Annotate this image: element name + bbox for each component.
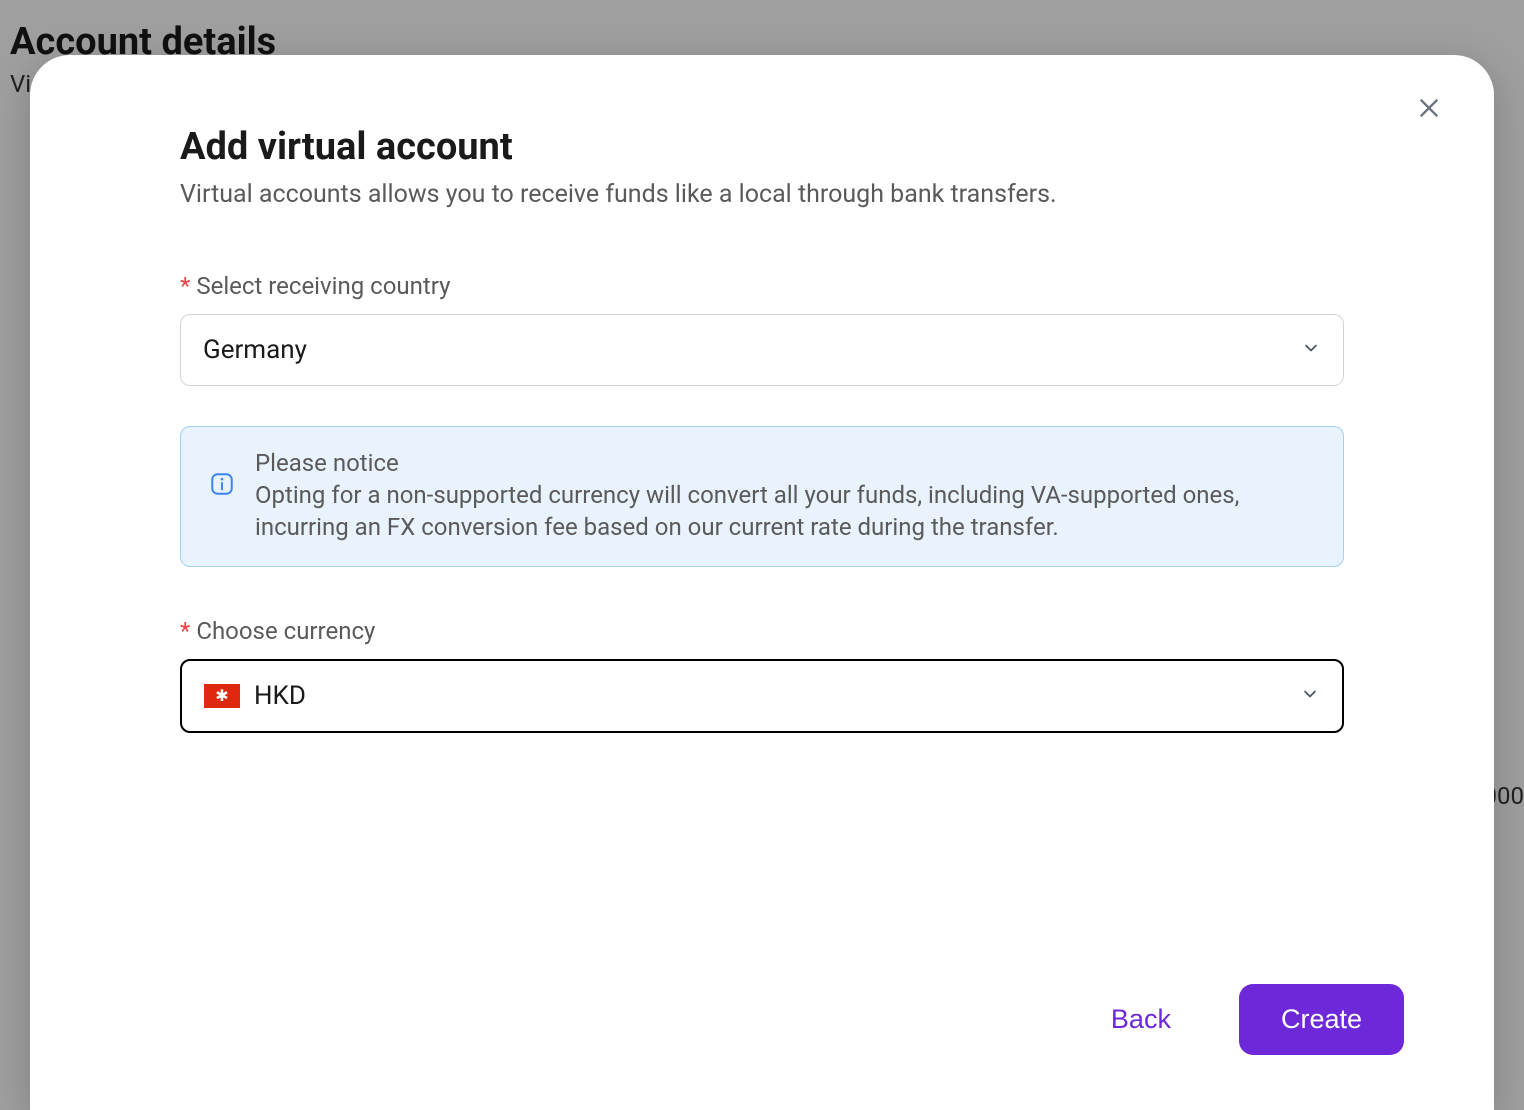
flag-hk-icon: ✱ [204, 684, 240, 708]
create-button[interactable]: Create [1239, 984, 1404, 1055]
info-icon [209, 471, 235, 497]
chevron-down-icon [1300, 681, 1320, 711]
country-field: * Select receiving country Germany [180, 272, 1344, 386]
currency-label: * Choose currency [180, 617, 1344, 645]
required-marker: * [180, 617, 190, 645]
chevron-down-icon [1301, 335, 1321, 365]
notice-banner: Please notice Opting for a non-supported… [180, 426, 1344, 567]
modal-footer: Back Create [1093, 984, 1404, 1055]
notice-title: Please notice [255, 449, 1315, 477]
required-marker: * [180, 272, 190, 300]
currency-select[interactable]: ✱ HKD [180, 659, 1344, 733]
modal-title: Add virtual account [180, 125, 1344, 169]
currency-field: * Choose currency ✱ HKD [180, 617, 1344, 733]
close-button[interactable] [1409, 90, 1449, 130]
currency-value: HKD [254, 681, 306, 711]
country-value: Germany [203, 335, 307, 365]
country-label: * Select receiving country [180, 272, 1344, 300]
close-icon [1416, 95, 1442, 125]
notice-body: Opting for a non-supported currency will… [255, 479, 1315, 544]
modal-description: Virtual accounts allows you to receive f… [180, 177, 1344, 212]
add-virtual-account-modal: Add virtual account Virtual accounts all… [30, 55, 1494, 1110]
country-select[interactable]: Germany [180, 314, 1344, 386]
back-button[interactable]: Back [1093, 996, 1189, 1043]
